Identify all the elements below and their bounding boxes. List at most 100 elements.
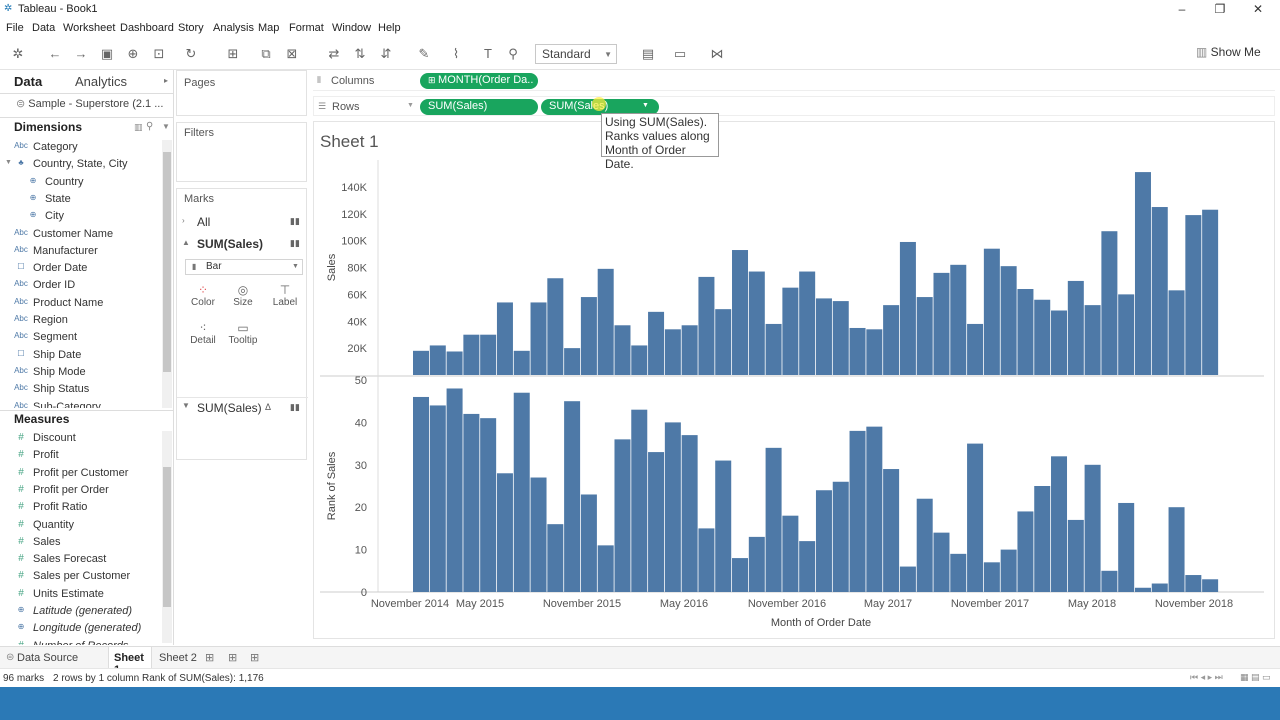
pane-menu-icon[interactable]: ▸ — [164, 76, 168, 85]
scroll-thumb[interactable] — [163, 152, 171, 372]
field-item[interactable]: # Units Estimate — [0, 587, 160, 604]
tab-sheet-2[interactable]: Sheet 2 — [159, 652, 197, 664]
menu-worksheet[interactable]: Worksheet — [63, 22, 115, 34]
pages-shelf[interactable]: Pages — [176, 70, 307, 116]
field-item[interactable]: # Profit — [0, 448, 160, 465]
dimensions-menu-icon[interactable]: ▼ — [162, 122, 170, 131]
restore-icon[interactable]: ❐ — [1210, 2, 1230, 18]
new-dashboard-icon[interactable]: ⊞ — [228, 651, 237, 664]
field-item[interactable]: Abc Product Name — [0, 296, 160, 313]
row-pill-sum-sales[interactable]: SUM(Sales) — [420, 99, 538, 115]
sort-desc-icon[interactable]: ⇵ — [378, 46, 394, 62]
measures-scrollbar[interactable] — [162, 431, 172, 643]
mark-type-select[interactable]: ▮ Bar ▼ — [185, 259, 303, 275]
tooltip-button[interactable]: ▭ Tooltip — [225, 319, 261, 353]
close-icon[interactable]: ✕ — [1248, 2, 1268, 18]
tab-data[interactable]: Data — [14, 74, 42, 89]
menu-map[interactable]: Map — [258, 22, 279, 34]
menu-analysis[interactable]: Analysis — [213, 22, 254, 34]
field-item[interactable]: ☐ Order Date — [0, 261, 160, 278]
chevron-down-icon[interactable]: ▼ — [5, 159, 12, 166]
fit-select[interactable]: Standard ▼ — [535, 44, 617, 64]
field-item[interactable]: ⊕ Country — [0, 175, 160, 192]
field-item[interactable]: # Sales per Customer — [0, 569, 160, 586]
cards-icon[interactable]: ▤ — [640, 46, 656, 62]
group-icon[interactable]: ⌇ — [448, 46, 464, 62]
pause-updates-icon[interactable]: ⊡ — [151, 46, 167, 62]
field-item[interactable]: # Sales Forecast — [0, 552, 160, 569]
presentation-icon[interactable]: ▭ — [672, 46, 688, 62]
redo-icon[interactable]: → — [73, 46, 89, 62]
color-button[interactable]: ⁘ Color — [185, 281, 221, 315]
detail-button[interactable]: ⁖ Detail — [185, 319, 221, 353]
field-item[interactable]: ⊕ City — [0, 209, 160, 226]
field-item[interactable]: Abc Customer Name — [0, 227, 160, 244]
nav-arrows-icon[interactable]: ⏮ ◂ ▸ ⏭ — [1190, 672, 1223, 683]
menu-window[interactable]: Window — [332, 22, 371, 34]
label-button[interactable]: ⊤ Label — [267, 281, 303, 315]
clear-sheet-icon[interactable]: ⊠ — [284, 46, 300, 62]
refresh-icon[interactable]: ↻ — [183, 46, 199, 62]
size-button[interactable]: ◎ Size — [225, 281, 261, 315]
save-icon[interactable]: ▣ — [99, 46, 115, 62]
view-mode-icon[interactable]: ▦ ▤ ▭ — [1240, 672, 1271, 683]
share-icon[interactable]: ⋈ — [709, 46, 725, 62]
tab-sheet-1[interactable]: Sheet 1 — [108, 647, 152, 676]
view-toggle-icon[interactable]: ▥ — [134, 122, 143, 133]
menu-story[interactable]: Story — [178, 22, 204, 34]
tab-analytics[interactable]: Analytics — [75, 74, 127, 89]
new-sheet-icon[interactable]: ⊞ — [205, 651, 214, 664]
highlight-icon[interactable]: ✎ — [416, 46, 432, 62]
labels-icon[interactable]: T — [480, 46, 496, 62]
field-item[interactable]: Abc Region — [0, 313, 160, 330]
column-pill-month[interactable]: ⊞ MONTH(Order Da.. — [420, 73, 538, 89]
swap-icon[interactable]: ⇄ — [326, 46, 342, 62]
field-item[interactable]: # Profit per Customer — [0, 466, 160, 483]
field-item[interactable]: # Profit per Order — [0, 483, 160, 500]
undo-icon[interactable]: ← — [47, 46, 63, 62]
field-item[interactable]: # Sales — [0, 535, 160, 552]
dimensions-scrollbar[interactable] — [162, 140, 172, 408]
fix-axes-icon[interactable]: ⚲ — [505, 46, 521, 62]
new-datasource-icon[interactable]: ⊕ — [125, 46, 141, 62]
marks-all-row[interactable]: › All ▮▮ — [177, 213, 308, 231]
duplicate-icon[interactable]: ⧉ — [258, 46, 274, 62]
field-item[interactable]: Abc Ship Mode — [0, 365, 160, 382]
field-item[interactable]: ☐ Ship Date — [0, 348, 160, 365]
tab-data-source[interactable]: Data Source — [17, 652, 78, 664]
menu-dashboard[interactable]: Dashboard — [120, 22, 174, 34]
menu-format[interactable]: Format — [289, 22, 324, 34]
show-me-button[interactable]: ▥ Show Me — [1196, 45, 1261, 59]
datasource-item[interactable]: ⊜ Sample - Superstore (2.1 ... — [16, 97, 163, 110]
tableau-home-icon[interactable]: ✲ — [10, 46, 26, 62]
columns-shelf[interactable]: ⦀ Columns ⊞ MONTH(Order Da.. — [313, 71, 1275, 91]
field-item[interactable]: # Discount — [0, 431, 160, 448]
rows-shelf[interactable]: ☰ Rows ▼ SUM(Sales) SUM(Sales) ▼ — [313, 96, 1275, 116]
field-item[interactable]: # Profit Ratio — [0, 500, 160, 517]
field-item[interactable]: ♣ Country, State, City ▼ — [0, 157, 160, 174]
chevron-down-icon[interactable]: ▼ — [407, 102, 414, 109]
field-item[interactable]: Abc Category — [0, 140, 160, 157]
new-story-icon[interactable]: ⊞ — [250, 651, 259, 664]
field-item[interactable]: # Number of Records — [0, 639, 160, 645]
field-item[interactable]: ⊕ Latitude (generated) — [0, 604, 160, 621]
field-item[interactable]: ⊕ Longitude (generated) — [0, 621, 160, 638]
field-item[interactable]: Abc Order ID — [0, 278, 160, 295]
search-icon[interactable]: ⚲ — [146, 121, 153, 132]
menu-file[interactable]: File — [6, 22, 24, 34]
sort-asc-icon[interactable]: ⇅ — [352, 46, 368, 62]
filters-shelf[interactable]: Filters — [176, 122, 307, 182]
marks-sumsales-row[interactable]: ▲ SUM(Sales) ▮▮ — [177, 235, 308, 253]
field-item[interactable]: Abc Ship Status — [0, 382, 160, 399]
field-item[interactable]: Abc Manufacturer — [0, 244, 160, 261]
field-item[interactable]: Abc Segment — [0, 330, 160, 347]
marks-sumsales-delta-row[interactable]: ▼ SUM(Sales) Δ ▮▮ — [177, 397, 308, 415]
menu-help[interactable]: Help — [378, 22, 401, 34]
menu-data[interactable]: Data — [32, 22, 55, 34]
scroll-thumb[interactable] — [163, 467, 171, 607]
new-worksheet-icon[interactable]: ⊞ — [225, 46, 241, 62]
field-item[interactable]: ⊕ State — [0, 192, 160, 209]
field-item[interactable]: Abc Sub-Category — [0, 400, 160, 409]
minimize-icon[interactable]: – — [1172, 2, 1192, 18]
field-item[interactable]: # Quantity — [0, 518, 160, 535]
